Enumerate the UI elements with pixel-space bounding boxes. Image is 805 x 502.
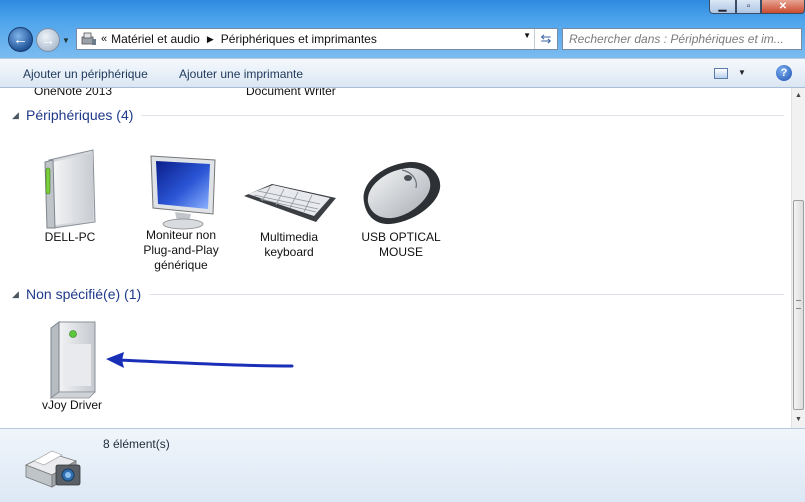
refresh-icon: ⇆ <box>540 31 552 46</box>
address-bar[interactable]: « Matériel et audio ▶ Périphériques et i… <box>76 28 558 50</box>
breadcrumb-item-hardware[interactable]: Matériel et audio <box>111 32 200 46</box>
add-device-button[interactable]: Ajouter un périphérique <box>23 67 148 81</box>
group-divider <box>141 114 784 116</box>
add-printer-button[interactable]: Ajouter une imprimante <box>179 67 303 81</box>
change-view-icon[interactable] <box>714 68 728 79</box>
device-item[interactable]: USB OPTICAL MOUSE <box>351 158 451 260</box>
window-controls: ▁ ▫ ✕ <box>709 0 805 14</box>
device-label: USB OPTICAL MOUSE <box>361 230 441 259</box>
group-title: Non spécifié(e) (1) <box>26 286 142 302</box>
minimize-button[interactable]: ▁ <box>709 0 736 14</box>
collapse-triangle-icon[interactable]: ◢ <box>12 289 26 300</box>
back-button[interactable]: ← <box>8 27 33 52</box>
annotation-arrow <box>106 352 294 368</box>
device-item[interactable]: Moniteur non Plug-and-Play générique <box>131 152 231 273</box>
device-label: vJoy Driver <box>41 398 102 412</box>
close-button[interactable]: ✕ <box>761 0 805 14</box>
group-header-devices[interactable]: ◢ Périphériques (4) <box>12 107 784 123</box>
control-panel-icon <box>81 32 97 46</box>
group-divider <box>149 293 784 295</box>
scroll-down-icon[interactable]: ▼ <box>792 412 805 428</box>
arrow-left-icon: ← <box>13 31 28 48</box>
devices-printers-icon <box>25 450 81 488</box>
device-label: Moniteur non Plug-and-Play générique <box>143 228 219 272</box>
truncated-item-label[interactable]: OneNote 2013 <box>34 88 112 98</box>
generic-device-icon <box>49 321 96 399</box>
scroll-up-icon[interactable]: ▲ <box>792 88 805 104</box>
breadcrumb-chevron-icon[interactable]: ▶ <box>207 34 214 45</box>
keyboard-icon <box>244 184 336 222</box>
device-label: Multimedia keyboard <box>259 230 319 259</box>
collapse-triangle-icon[interactable]: ◢ <box>12 110 26 121</box>
scrollbar-thumb[interactable] <box>793 200 804 410</box>
maximize-button[interactable]: ▫ <box>736 0 761 14</box>
details-pane: 8 élément(s) <box>0 428 805 502</box>
group-title: Périphériques (4) <box>26 107 134 123</box>
item-count: 8 élément(s) <box>103 437 170 451</box>
truncated-item-label[interactable]: Document Writer <box>246 88 336 98</box>
search-input[interactable]: Rechercher dans : Périphériques et im... <box>562 28 802 50</box>
address-dropdown-icon[interactable]: ▼ <box>523 31 531 40</box>
breadcrumb-item-devices[interactable]: Périphériques et imprimantes <box>221 32 377 46</box>
forward-button[interactable]: → <box>36 28 60 52</box>
computer-tower-icon <box>44 149 96 229</box>
window-titlebar: ▁ ▫ ✕ ← → ▼ « Matériel et audio ▶ Périph… <box>0 0 805 58</box>
breadcrumb-overflow[interactable]: « <box>101 33 107 45</box>
mouse-icon <box>363 161 441 225</box>
arrow-right-icon: → <box>41 32 55 48</box>
device-label: DELL-PC <box>44 230 96 244</box>
device-item[interactable]: Multimedia keyboard <box>239 178 339 260</box>
command-toolbar: Ajouter un périphérique Ajouter une impr… <box>0 58 805 88</box>
vertical-scrollbar[interactable]: ▲ ▼ <box>791 88 805 428</box>
recent-pages-dropdown[interactable]: ▼ <box>62 36 70 45</box>
devices-view: OneNote 2013 Document Writer ◢ Périphéri… <box>0 88 791 428</box>
monitor-icon <box>150 155 216 230</box>
search-placeholder: Rechercher dans : Périphériques et im... <box>569 32 784 46</box>
refresh-button[interactable]: ⇆ <box>534 29 557 49</box>
help-icon[interactable]: ? <box>776 65 792 81</box>
group-header-unspecified[interactable]: ◢ Non spécifié(e) (1) <box>12 286 784 302</box>
device-item[interactable]: DELL-PC <box>20 148 120 245</box>
view-dropdown-icon[interactable]: ▼ <box>738 68 746 77</box>
